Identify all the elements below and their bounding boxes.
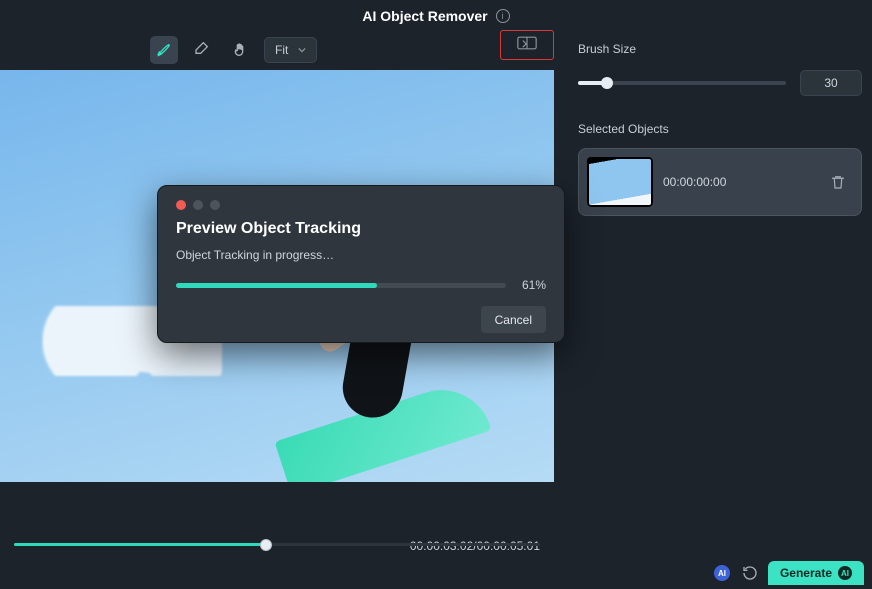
brush-size-thumb[interactable] bbox=[601, 77, 613, 89]
generate-button[interactable]: Generate AI bbox=[768, 561, 864, 585]
progress-row: 61% bbox=[176, 278, 546, 292]
generate-label: Generate bbox=[780, 566, 832, 580]
zoom-fit-select[interactable]: Fit bbox=[264, 37, 317, 63]
toolbar: Fit bbox=[0, 30, 560, 70]
dialog-message: Object Tracking in progress… bbox=[176, 248, 546, 262]
right-panel: Brush Size 30 Selected Objects 00:00:00:… bbox=[560, 30, 872, 589]
chevron-down-icon bbox=[298, 46, 306, 54]
dialog-title: Preview Object Tracking bbox=[176, 220, 546, 238]
close-icon[interactable] bbox=[176, 200, 186, 210]
eraser-tool-button[interactable] bbox=[188, 36, 216, 64]
time-total: 00:00:05:01 bbox=[477, 539, 540, 553]
brush-size-control: 30 bbox=[578, 70, 862, 96]
object-timecode: 00:00:00:00 bbox=[663, 175, 819, 189]
window-controls bbox=[176, 200, 546, 210]
progress-fill bbox=[176, 283, 377, 288]
playback-thumb[interactable] bbox=[260, 539, 272, 551]
header: AI Object Remover i bbox=[0, 0, 872, 30]
compare-button[interactable] bbox=[517, 36, 537, 55]
minimize-icon[interactable] bbox=[193, 200, 203, 210]
info-icon[interactable]: i bbox=[496, 9, 510, 23]
progress-dialog: Preview Object Tracking Object Tracking … bbox=[157, 185, 565, 343]
time-current: 00:00:03:02 bbox=[410, 539, 473, 553]
selected-object-item[interactable]: 00:00:00:00 bbox=[578, 148, 862, 216]
delete-icon[interactable] bbox=[829, 173, 847, 191]
playback-slider[interactable] bbox=[14, 543, 540, 546]
compare-button-highlight bbox=[500, 30, 554, 60]
playback-fill bbox=[14, 543, 266, 546]
compare-icon bbox=[517, 36, 537, 50]
selected-objects-label: Selected Objects bbox=[578, 122, 862, 136]
brush-tool-button[interactable] bbox=[150, 36, 178, 64]
progress-bar bbox=[176, 283, 506, 288]
object-thumbnail bbox=[587, 157, 653, 207]
svg-text:AI: AI bbox=[718, 569, 726, 578]
ai-badge-icon: AI bbox=[838, 566, 852, 580]
brush-size-label: Brush Size bbox=[578, 42, 862, 56]
footer: AI Generate AI bbox=[712, 561, 864, 585]
maximize-icon[interactable] bbox=[210, 200, 220, 210]
zoom-fit-label: Fit bbox=[275, 43, 288, 57]
timecode: 00:00:03:02/00:00:05:01 bbox=[410, 539, 540, 553]
brush-size-slider[interactable] bbox=[578, 81, 786, 85]
hand-tool-button[interactable] bbox=[226, 36, 254, 64]
playback-bar: 00:00:03:02/00:00:05:01 bbox=[0, 511, 554, 589]
brush-size-value[interactable]: 30 bbox=[800, 70, 862, 96]
page-title: AI Object Remover bbox=[362, 8, 487, 24]
cancel-button[interactable]: Cancel bbox=[481, 306, 546, 333]
progress-percent: 61% bbox=[516, 278, 546, 292]
reset-button[interactable] bbox=[740, 563, 760, 583]
ai-help-button[interactable]: AI bbox=[712, 563, 732, 583]
